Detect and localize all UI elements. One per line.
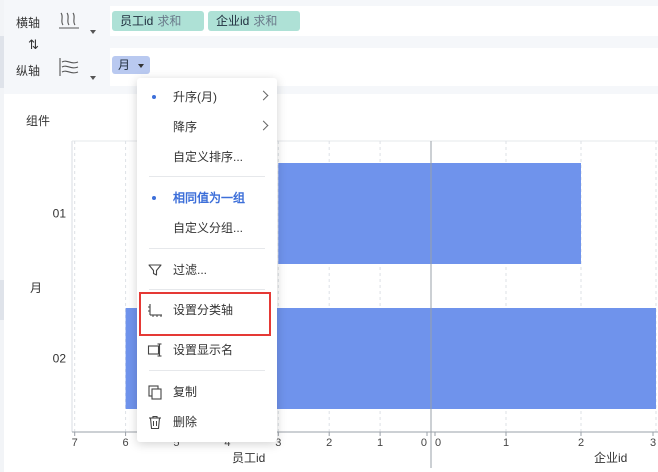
x-tick-label: 1 — [503, 437, 509, 449]
context-menu: 升序(月) 降序 自定义排序... 相同值为一组 自定义分组... 过滤... — [137, 78, 277, 442]
chevron-right-icon — [258, 90, 269, 101]
menu-item-label: 删除 — [173, 415, 198, 429]
x-tick-label: 2 — [326, 437, 332, 449]
menu-item-label: 自定义分组... — [173, 221, 244, 235]
menu-item-label: 设置显示名 — [173, 343, 234, 357]
menu-item-delete[interactable]: 删除 — [137, 410, 277, 434]
menu-item-sort-ascending[interactable]: 升序(月) — [137, 85, 277, 109]
menu-separator — [149, 370, 265, 371]
x-axis-title-company-id: 企业id — [594, 450, 627, 465]
menu-item-custom-sort[interactable]: 自定义排序... — [137, 145, 277, 169]
y-tick-label: 01 — [53, 207, 67, 221]
x-axis-title-employee-id: 员工id — [232, 451, 265, 465]
x-tick-label: 7 — [72, 437, 78, 449]
bar-chart: 01027 6 5 4 3 2 1 0 0 1 2 3 月 员工id 企业id — [30, 140, 658, 468]
menu-item-label: 升序(月) — [173, 90, 217, 104]
menu-item-label: 降序 — [173, 120, 198, 134]
y-tick-label: 02 — [53, 352, 67, 366]
highlight-annotation-box — [139, 292, 271, 336]
menu-item-copy[interactable]: 复制 — [137, 380, 277, 404]
bar-company-id-02 — [431, 308, 656, 409]
menu-item-filter[interactable]: 过滤... — [137, 258, 277, 282]
x-tick-label: 1 — [377, 437, 383, 449]
x-tick-label: 6 — [123, 437, 129, 449]
trash-icon — [149, 415, 161, 430]
x-tick-label: 0 — [421, 437, 427, 449]
filter-icon — [148, 264, 162, 276]
bar-employee-id-01 — [278, 163, 431, 264]
copy-icon — [148, 385, 162, 400]
menu-item-sort-descending[interactable]: 降序 — [137, 115, 277, 139]
selected-dot-icon — [152, 95, 156, 99]
menu-separator — [149, 176, 265, 177]
x-tick-label: 0 — [435, 437, 441, 449]
menu-separator — [149, 248, 265, 249]
menu-item-label: 相同值为一组 — [173, 191, 246, 205]
x-tick-label: 3 — [650, 437, 656, 449]
chevron-right-icon — [258, 120, 269, 131]
selected-dot-icon — [152, 196, 156, 200]
x-tick-label: 2 — [578, 437, 584, 449]
y-axis-title: 月 — [30, 281, 42, 295]
menu-item-custom-group[interactable]: 自定义分组... — [137, 216, 277, 240]
menu-item-label: 复制 — [173, 385, 198, 399]
menu-item-label: 自定义排序... — [173, 150, 244, 164]
rename-icon — [147, 343, 162, 357]
menu-item-set-display-name[interactable]: 设置显示名 — [137, 338, 277, 362]
menu-item-group-same-values[interactable]: 相同值为一组 — [137, 186, 277, 210]
menu-item-label: 过滤... — [173, 263, 208, 277]
bar-company-id-01 — [431, 163, 581, 264]
app-root: 横轴 ⇅ 纵轴 员工id 求和 企业id 求和 月 组件 01 02 7 6 5… — [0, 0, 658, 472]
menu-separator — [149, 289, 265, 290]
